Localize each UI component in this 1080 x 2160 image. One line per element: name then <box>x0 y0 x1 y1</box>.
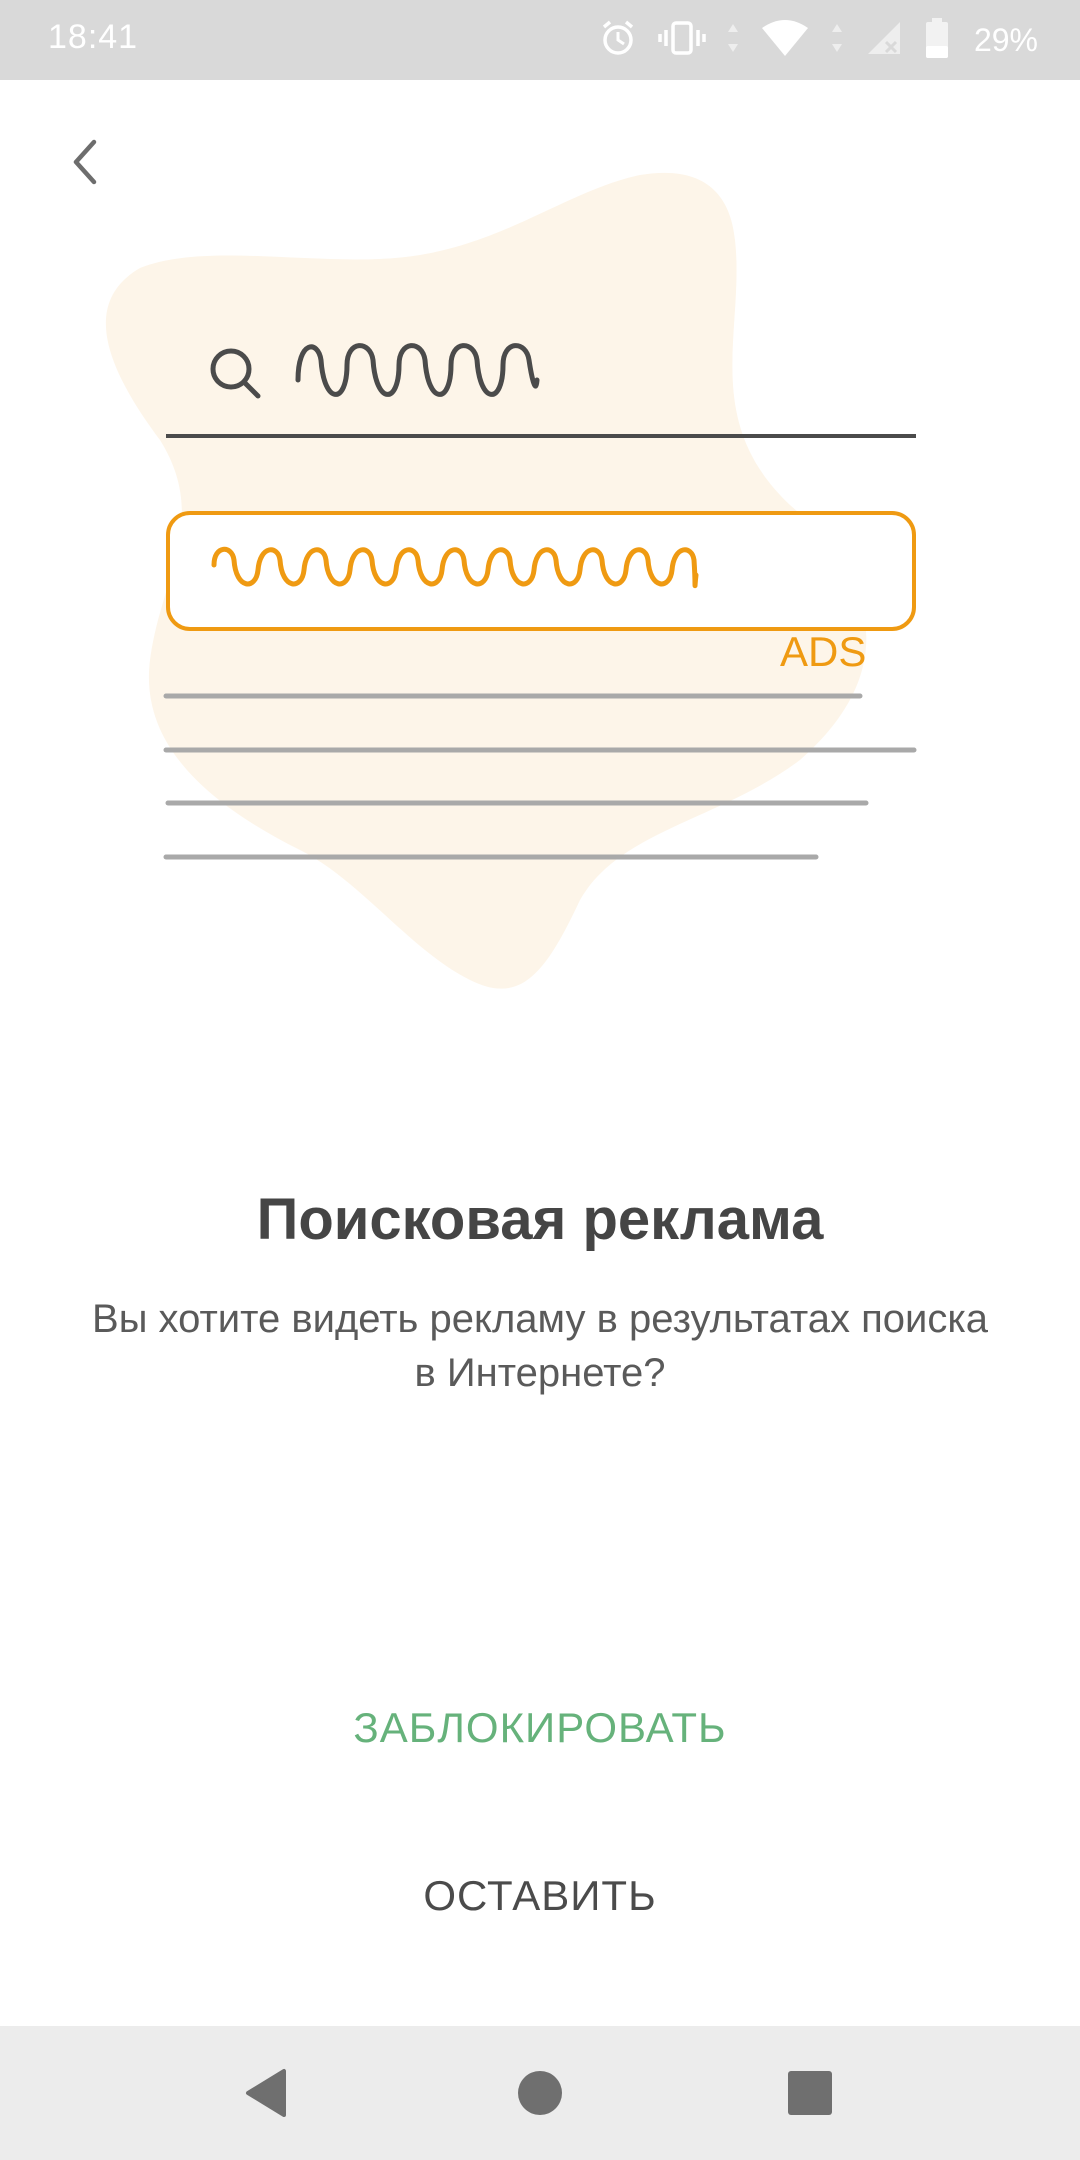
back-triangle-icon <box>246 2069 286 2117</box>
battery-icon <box>924 16 950 65</box>
navigation-bar <box>0 2026 1080 2160</box>
page-subtitle: Вы хотите видеть рекламу в результатах п… <box>92 1297 988 1395</box>
block-button[interactable]: ЗАБЛОКИРОВАТЬ <box>240 1690 840 1766</box>
home-circle-icon <box>518 2071 562 2115</box>
alarm-icon <box>598 18 638 63</box>
ads-label: ADS <box>780 628 867 675</box>
recents-square-icon <box>788 2071 832 2115</box>
vibrate-icon <box>658 18 706 63</box>
wifi-icon <box>760 18 810 63</box>
status-icons: 29% <box>598 14 1038 66</box>
status-time: 18:41 <box>48 18 139 56</box>
keep-button[interactable]: ОСТАВИТЬ <box>240 1858 840 1934</box>
page-title: Поисковая реклама <box>256 1187 824 1252</box>
signal-icon <box>864 18 904 63</box>
nav-recents-button[interactable] <box>777 2060 843 2126</box>
nav-home-button[interactable] <box>507 2060 573 2126</box>
data-arrows-icon <box>726 18 740 63</box>
nav-back-button[interactable] <box>233 2060 299 2126</box>
search-ads-illustration: ADS <box>0 80 1080 1060</box>
battery-percent: 29% <box>973 21 1038 58</box>
data-arrows-icon <box>830 18 844 63</box>
status-bar: 18:41 29% <box>0 0 1080 80</box>
